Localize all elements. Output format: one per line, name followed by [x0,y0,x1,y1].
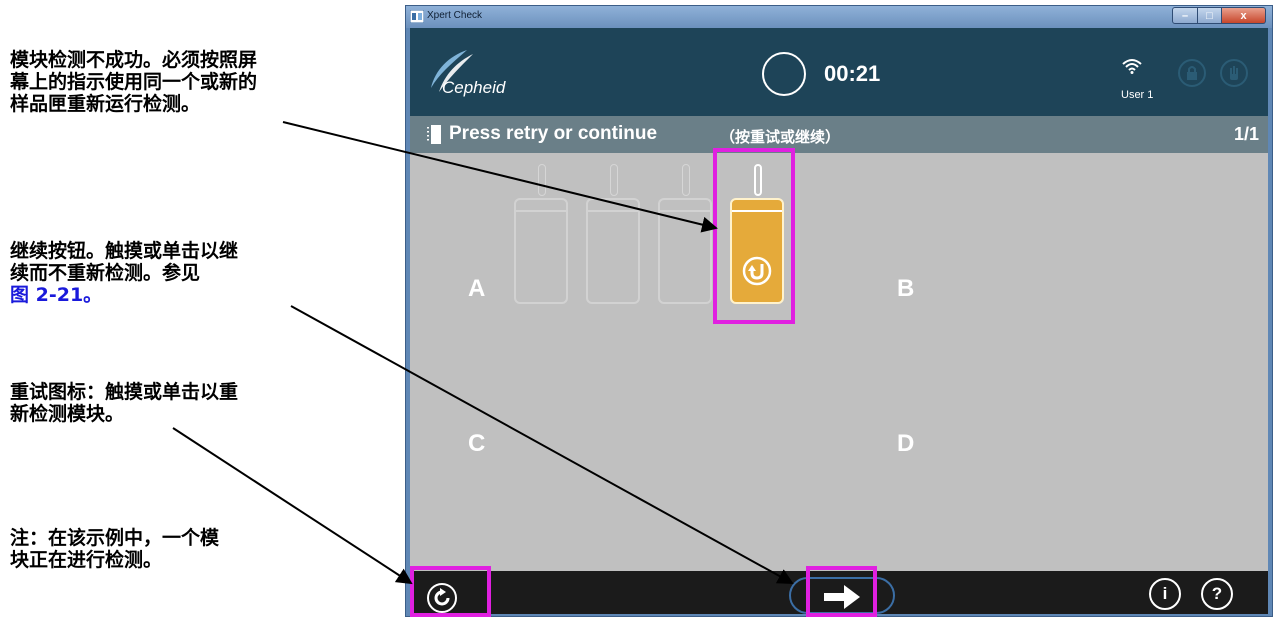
module-label-c: C [468,430,486,457]
page-indicator: 1/1 [1233,124,1259,144]
window-title: Xpert Check [427,10,483,21]
status-message: Press retry or continue [449,123,658,144]
app-window: Xpert Check – □ x Cepheid 00:21 User 1 P… [405,5,1273,617]
minimize-button[interactable]: – [1172,7,1198,24]
app-client-area: Cepheid 00:21 User 1 Press retry or cont… [410,28,1268,614]
wifi-icon [1122,59,1142,74]
annotation-retry-icon: 重试图标：触摸或单击以重 新检测模块。 [10,381,340,425]
bay-slot [610,164,618,196]
annotation-continue-button: 继续按钮。触摸或单击以继 续而不重新检测。参见 图 2-21。 [10,240,340,306]
highlight-retry-icon [410,566,491,617]
highlight-retry-module [713,148,795,324]
annotation-line: 模块检测不成功。必须按照屏 [10,49,258,71]
app-icon [410,10,424,23]
module-label-b: B [897,275,915,302]
status-circle [762,52,806,96]
module-bay-empty[interactable] [586,198,640,304]
annotation-line: 继续按钮。触摸或单击以继 [10,240,239,262]
bay-slot [538,164,546,196]
window-titlebar[interactable]: Xpert Check – □ x [406,6,1272,28]
logo-text: Cepheid [442,78,506,97]
status-bar: Press retry or continue （按重试或继续） 1/1 [410,116,1268,153]
help-button[interactable]: ? [1201,578,1233,610]
maximize-button[interactable]: □ [1198,7,1222,24]
user-label: User 1 [1121,89,1154,101]
module-bay-empty[interactable] [658,198,712,304]
cartridge-icon [427,125,441,144]
figure-reference-link[interactable]: 图 2-21。 [10,284,340,306]
status-message-translation: （按重试或继续） [720,128,841,146]
app-header: Cepheid 00:21 User 1 [410,28,1268,116]
annotation-line: 重试图标：触摸或单击以重 [10,381,239,403]
annotation-line: 注：在该示例中，一个模 [10,527,220,549]
annotation-line: 新检测模块。 [10,403,125,425]
timer: 00:21 [824,61,881,86]
module-label-d: D [897,430,915,457]
annotation-line: 幕上的指示使用同一个或新的 [10,71,258,93]
lock-icon[interactable] [1178,59,1206,87]
module-bay-empty[interactable] [514,198,568,304]
annotation-line: 样品匣重新运行检测。 [10,93,201,115]
annotation-line: 块正在进行检测。 [10,549,163,571]
annotation-failed-module: 模块检测不成功。必须按照屏 幕上的指示使用同一个或新的 样品匣重新运行检测。 [10,49,370,115]
module-label-a: A [468,275,486,302]
annotation-line: 续而不重新检测。参见 [10,262,201,284]
annotation-note: 注：在该示例中，一个模 块正在进行检测。 [10,527,310,571]
window-controls: – □ x [1172,7,1266,25]
hand-icon[interactable] [1220,59,1248,87]
close-button[interactable]: x [1222,7,1266,24]
highlight-continue-button [806,566,877,617]
bay-slot [682,164,690,196]
info-button[interactable]: i [1149,578,1181,610]
